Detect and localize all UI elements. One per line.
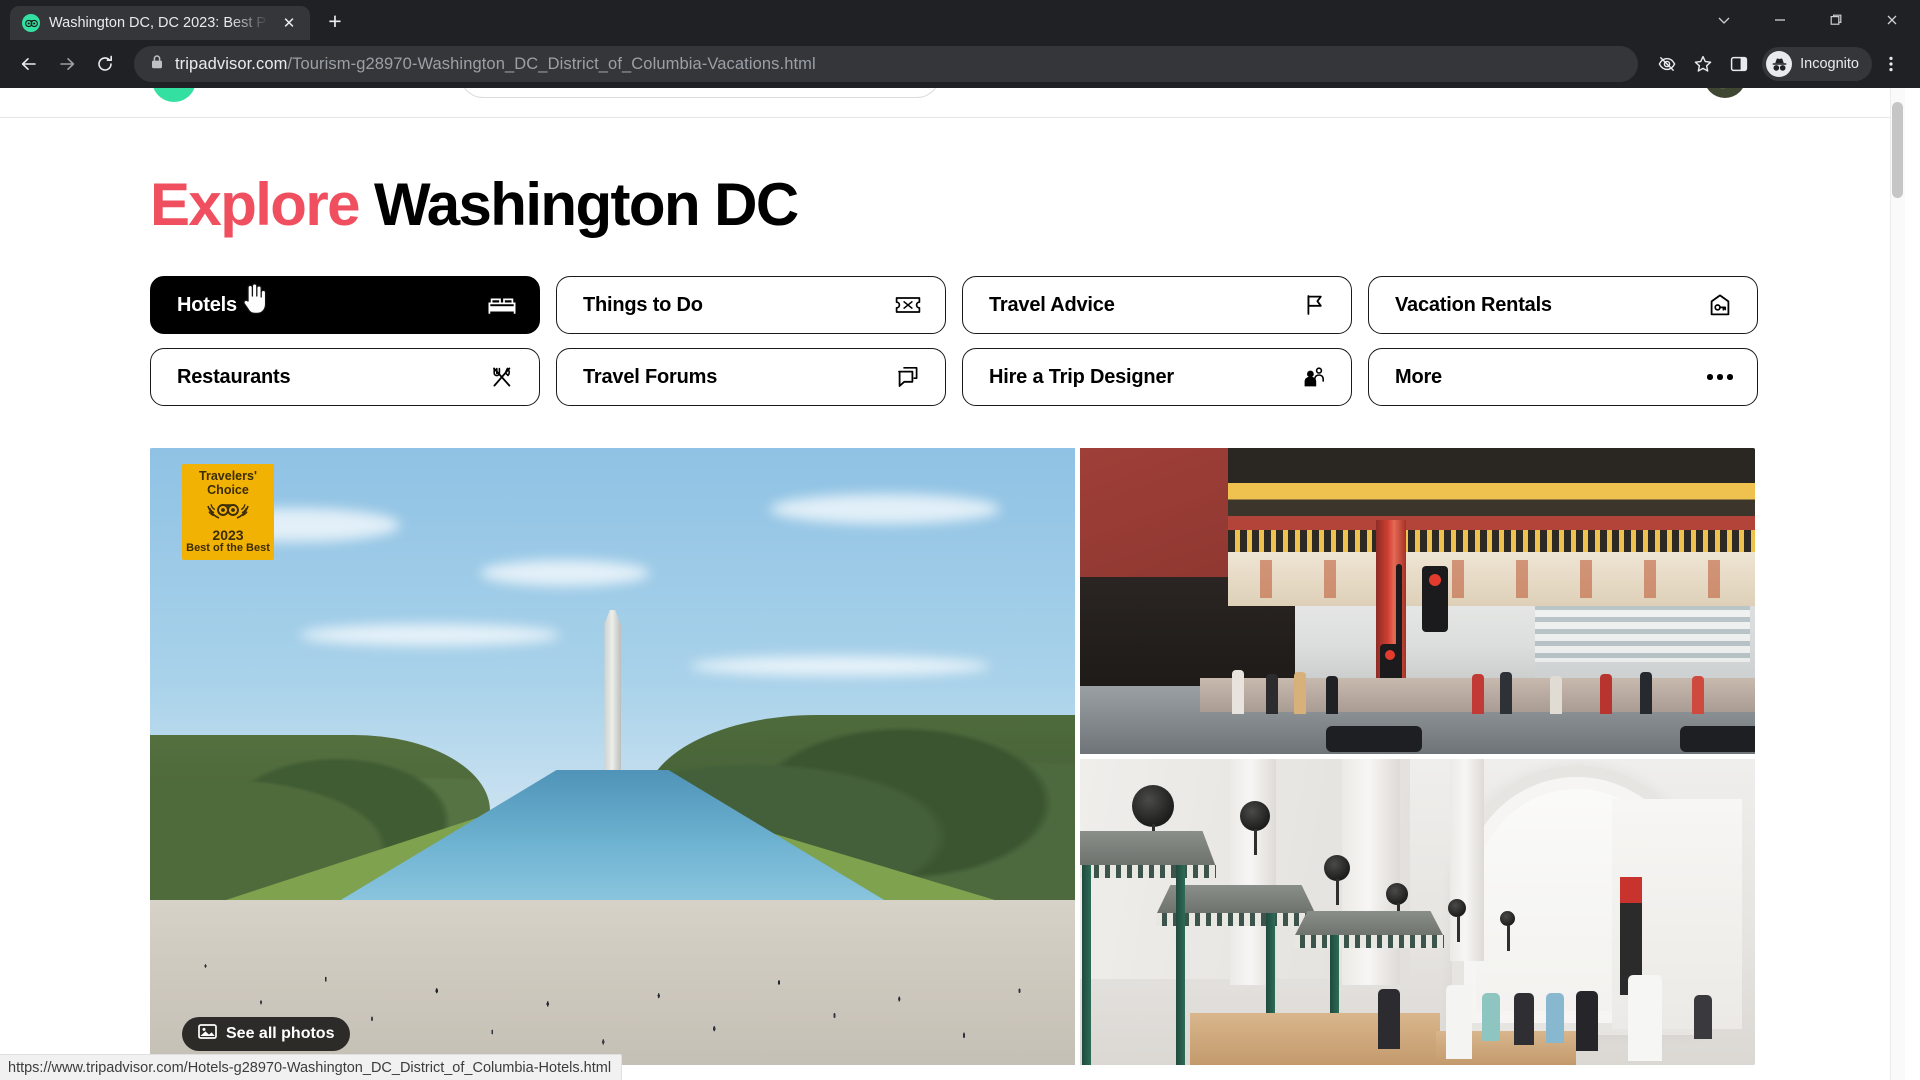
- lock-icon: [150, 54, 164, 75]
- nav-button-hotels[interactable]: Hotels: [150, 276, 540, 334]
- mouse-cursor-pointer: [239, 281, 269, 315]
- reload-button[interactable]: [88, 47, 122, 81]
- nav-button-label: Restaurants: [177, 365, 291, 388]
- nav-button-travel-advice[interactable]: Travel Advice: [962, 276, 1352, 334]
- nav-button-label: Hire a Trip Designer: [989, 365, 1174, 388]
- nav-button-hire-a-trip-designer[interactable]: Hire a Trip Designer: [962, 348, 1352, 406]
- address-bar-text: tripadvisor.com/Tourism-g28970-Washingto…: [175, 55, 816, 74]
- nav-button-label: Travel Advice: [989, 293, 1115, 316]
- tab-close-icon[interactable]: ✕: [278, 12, 300, 34]
- nav-button-more[interactable]: More: [1368, 348, 1758, 406]
- toolbar-icons: Incognito: [1650, 47, 1908, 81]
- nav-button-label: Hotels: [177, 293, 237, 316]
- cutlery-icon: [487, 362, 517, 392]
- nav-button-restaurants[interactable]: Restaurants: [150, 348, 540, 406]
- category-nav: Hotels Things to Do Travel Advice Vacati…: [150, 276, 1758, 406]
- page-title-accent: Explore: [150, 171, 360, 238]
- secondary-photos: [1080, 448, 1755, 1065]
- site-header-remnant: [0, 88, 1905, 118]
- tripadvisor-owl-icon: [205, 499, 251, 525]
- eye-off-icon[interactable]: [1650, 47, 1684, 81]
- photo-union-station-market[interactable]: [1080, 759, 1755, 1065]
- badge-year: 2023: [212, 526, 244, 543]
- new-tab-button[interactable]: +: [318, 4, 352, 38]
- window-controls: [1696, 0, 1920, 40]
- washington-monument: [604, 610, 621, 775]
- travelers-choice-badge: Travelers' Choice 2023 Best of the Best: [182, 464, 274, 560]
- tab-strip: Washington DC, DC 2023: Best P ✕ +: [0, 0, 1920, 40]
- nav-button-travel-forums[interactable]: Travel Forums: [556, 348, 946, 406]
- badge-line-2: Choice: [207, 482, 249, 497]
- tab-title: Washington DC, DC 2023: Best P: [49, 15, 267, 31]
- nav-button-label: More: [1395, 365, 1442, 388]
- scrollbar-thumb[interactable]: [1892, 102, 1903, 198]
- see-all-photos-label: See all photos: [226, 1025, 335, 1042]
- speech-bubble-icon: [893, 362, 923, 392]
- site-search-input[interactable]: [460, 88, 940, 98]
- nav-button-label: Vacation Rentals: [1395, 293, 1552, 316]
- tripadvisor-page: Explore Washington DC Hotels Things to D…: [0, 88, 1905, 1080]
- page-title-rest: Washington DC: [373, 171, 799, 238]
- badge-line-3: Best of the Best: [186, 541, 270, 554]
- address-domain: tripadvisor.com: [175, 54, 288, 73]
- people-icon: [1299, 362, 1329, 392]
- nav-button-things-to-do[interactable]: Things to Do: [556, 276, 946, 334]
- hero-photo-national-mall[interactable]: Travelers' Choice 2023 Best of the Best …: [150, 448, 1075, 1065]
- page-scrollbar[interactable]: [1890, 88, 1905, 1080]
- forward-button[interactable]: [50, 47, 84, 81]
- photo-mosaic: Travelers' Choice 2023 Best of the Best …: [150, 448, 1755, 1065]
- page-viewport: Explore Washington DC Hotels Things to D…: [0, 88, 1920, 1080]
- profile-label: Incognito: [1800, 56, 1859, 72]
- page-title: Explore Washington DC: [150, 173, 1755, 236]
- status-bar-link: https://www.tripadvisor.com/Hotels-g2897…: [0, 1054, 623, 1080]
- profile-chip[interactable]: Incognito: [1762, 47, 1872, 81]
- nav-button-label: Travel Forums: [583, 365, 718, 388]
- photo-chinatown-arch[interactable]: [1080, 448, 1755, 754]
- see-all-photos-button[interactable]: See all photos: [182, 1017, 351, 1051]
- bed-icon: [487, 290, 517, 320]
- incognito-icon: [1766, 51, 1793, 77]
- ellipsis-icon: [1705, 362, 1735, 392]
- nav-button-vacation-rentals[interactable]: Vacation Rentals: [1368, 276, 1758, 334]
- star-icon[interactable]: [1686, 47, 1720, 81]
- house-key-icon: [1705, 290, 1735, 320]
- three-dot-menu-icon[interactable]: [1874, 47, 1908, 81]
- tripadvisor-logo[interactable]: [152, 88, 196, 102]
- browser-toolbar: tripadvisor.com/Tourism-g28970-Washingto…: [0, 40, 1920, 88]
- browser-tab[interactable]: Washington DC, DC 2023: Best P ✕: [10, 6, 310, 40]
- nav-button-label: Things to Do: [583, 293, 703, 316]
- badge-line-1: Travelers': [199, 468, 257, 483]
- close-icon[interactable]: [1864, 0, 1920, 40]
- tripadvisor-owl-icon: [22, 14, 40, 32]
- minimize-icon[interactable]: [1752, 0, 1808, 40]
- maximize-icon[interactable]: [1808, 0, 1864, 40]
- ticket-icon: [893, 290, 923, 320]
- user-avatar[interactable]: [1704, 88, 1746, 98]
- browser-window: Washington DC, DC 2023: Best P ✕ + tripa…: [0, 0, 1920, 1080]
- address-path: /Tourism-g28970-Washington_DC_District_o…: [287, 54, 816, 73]
- flag-icon: [1299, 290, 1329, 320]
- image-icon: [198, 1023, 217, 1045]
- back-button[interactable]: [12, 47, 46, 81]
- page-content: Explore Washington DC Hotels Things to D…: [0, 173, 1905, 1065]
- side-panel-icon[interactable]: [1722, 47, 1756, 81]
- chevron-down-icon[interactable]: [1696, 0, 1752, 40]
- address-bar[interactable]: tripadvisor.com/Tourism-g28970-Washingto…: [134, 46, 1639, 82]
